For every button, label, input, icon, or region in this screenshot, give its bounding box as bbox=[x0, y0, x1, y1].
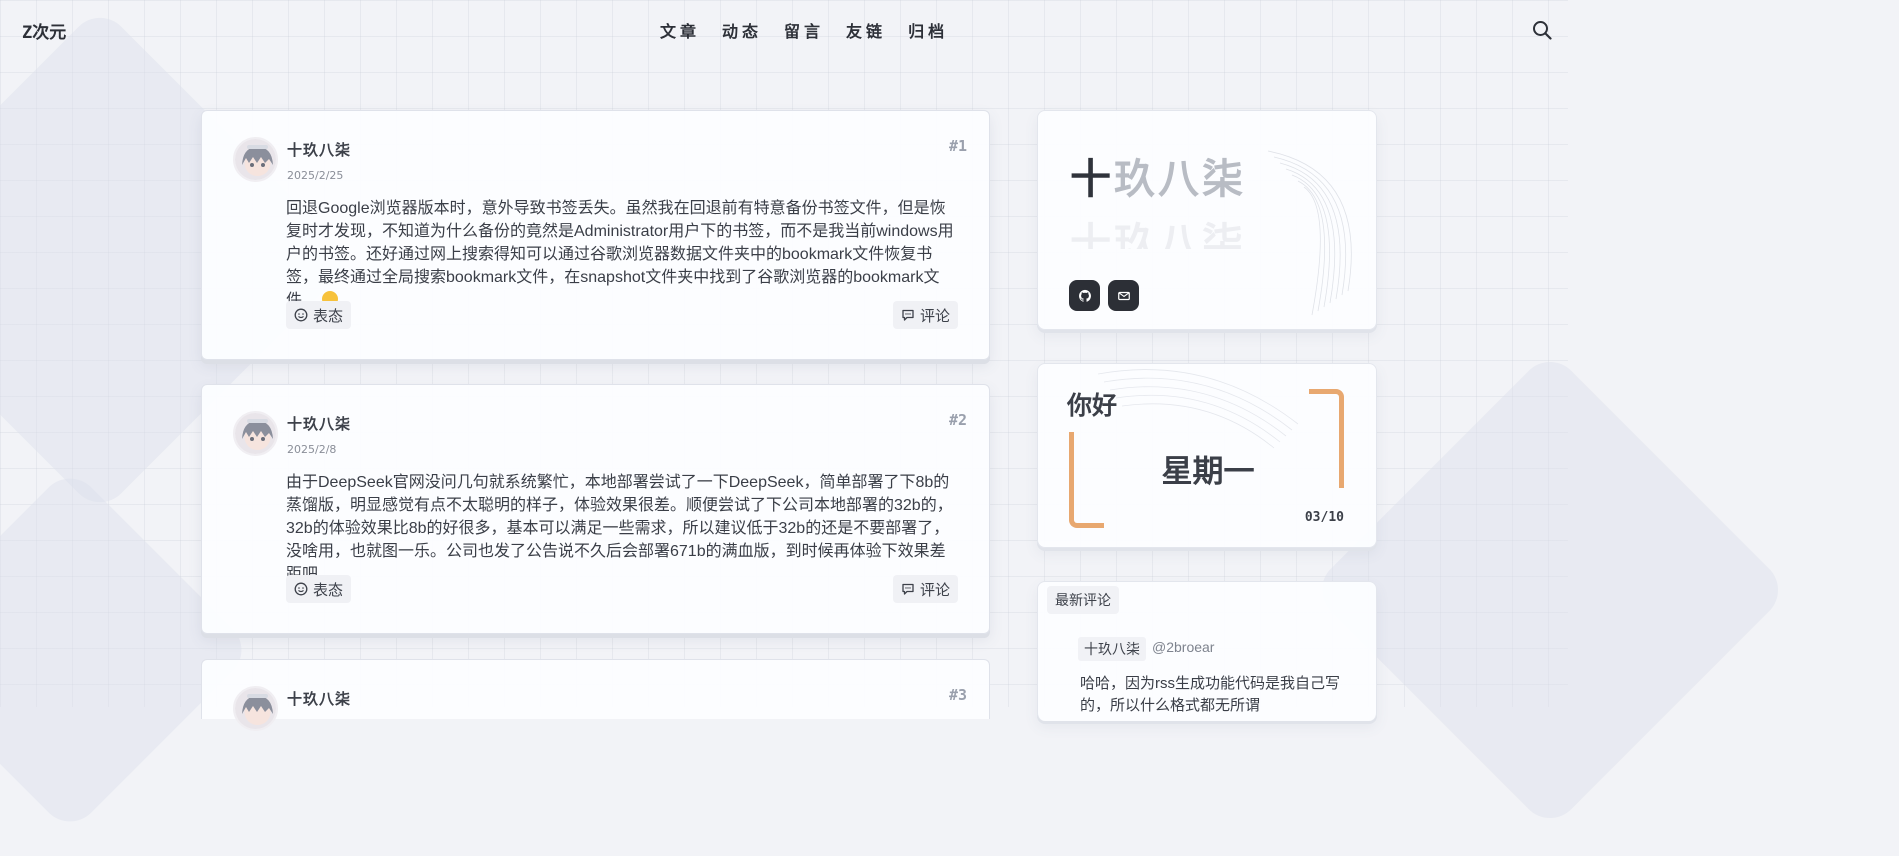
github-link[interactable] bbox=[1069, 280, 1100, 311]
react-button[interactable]: 表态 bbox=[286, 575, 352, 603]
mail-icon bbox=[1117, 291, 1130, 300]
comment-author[interactable]: 十玖八柒 bbox=[1078, 637, 1146, 661]
post-date: 2025/2/25 bbox=[287, 169, 344, 182]
nav-item-articles[interactable]: 文章 bbox=[660, 18, 700, 42]
comment-button[interactable]: 评论 bbox=[892, 301, 958, 329]
nav-item-guestbook[interactable]: 留言 bbox=[784, 18, 824, 42]
search-button[interactable] bbox=[1532, 20, 1552, 40]
comment-label: 评论 bbox=[919, 307, 950, 325]
nav-item-friend-links[interactable]: 友链 bbox=[846, 18, 886, 42]
moment-card: 十玖八柒 #3 bbox=[201, 659, 990, 731]
github-icon bbox=[1078, 289, 1091, 302]
main-nav: 文章 动态 留言 友链 归档 bbox=[660, 18, 948, 42]
weekday-text: 星期一 bbox=[1161, 454, 1255, 490]
comment-icon bbox=[902, 309, 914, 321]
profile-name-reflection: 十玖八柒 bbox=[1070, 219, 1246, 249]
avatar[interactable] bbox=[233, 686, 278, 731]
avatar-image bbox=[235, 688, 276, 729]
avatar[interactable] bbox=[233, 137, 278, 182]
react-label: 表态 bbox=[313, 581, 344, 599]
post-number: #3 bbox=[948, 686, 967, 704]
post-content: 由于DeepSeek官网没问几句就系统繁忙，本地部署尝试了一下DeepSeek，… bbox=[286, 474, 953, 583]
post-date: 2025/2/8 bbox=[287, 443, 337, 456]
latest-comments-card: 最新评论 十玖八柒 @2broear 哈哈，因为rss生成功能代码是我自己写的，… bbox=[1037, 581, 1377, 721]
greeting-card: 你好 星期一 03/10 bbox=[1037, 363, 1377, 548]
react-button[interactable]: 表态 bbox=[286, 301, 352, 329]
site-logo[interactable]: Z次元 bbox=[22, 18, 66, 43]
nav-item-moments[interactable]: 动态 bbox=[722, 18, 762, 42]
comment-button[interactable]: 评论 bbox=[892, 575, 958, 603]
post-number: #2 bbox=[948, 411, 967, 429]
react-label: 表态 bbox=[313, 307, 344, 325]
comment-text[interactable]: 哈哈，因为rss生成功能代码是我自己写的，所以什么格式都无所谓 bbox=[1080, 673, 1350, 717]
avatar-image bbox=[235, 413, 276, 454]
comment-label: 评论 bbox=[919, 581, 950, 599]
profile-name: 十玖八柒 bbox=[1070, 155, 1246, 203]
avatar-image bbox=[235, 139, 276, 180]
avatar[interactable] bbox=[233, 411, 278, 456]
current-date: 03/10 bbox=[1304, 510, 1344, 525]
smile-icon bbox=[294, 582, 308, 596]
comment-icon bbox=[902, 583, 914, 595]
profile-card: 十玖八柒 十玖八柒 bbox=[1037, 110, 1377, 330]
nav-item-archive[interactable]: 归档 bbox=[908, 18, 948, 42]
greeting-text: 你好 bbox=[1067, 391, 1118, 420]
moment-card: 十玖八柒 2025/2/25 #1 回退Google浏览器版本时，意外导致书签丢… bbox=[201, 110, 990, 360]
post-content: 回退Google浏览器版本时，意外导致书签丢失。虽然我在回退前有特意备份书签文件… bbox=[286, 197, 956, 312]
post-author[interactable]: 十玖八柒 bbox=[287, 139, 351, 160]
smile-icon bbox=[294, 308, 308, 322]
comment-reply-to[interactable]: @2broear bbox=[1152, 639, 1214, 655]
post-author[interactable]: 十玖八柒 bbox=[287, 688, 351, 709]
moment-card: 十玖八柒 2025/2/8 #2 由于DeepSeek官网没问几句就系统繁忙，本… bbox=[201, 384, 990, 634]
post-number: #1 bbox=[948, 137, 967, 155]
post-author[interactable]: 十玖八柒 bbox=[287, 413, 351, 434]
latest-comments-title: 最新评论 bbox=[1047, 586, 1119, 614]
mail-link[interactable] bbox=[1108, 280, 1139, 311]
search-icon bbox=[1533, 21, 1552, 40]
site-header: Z次元 文章 动态 留言 友链 归档 bbox=[0, 0, 1568, 58]
